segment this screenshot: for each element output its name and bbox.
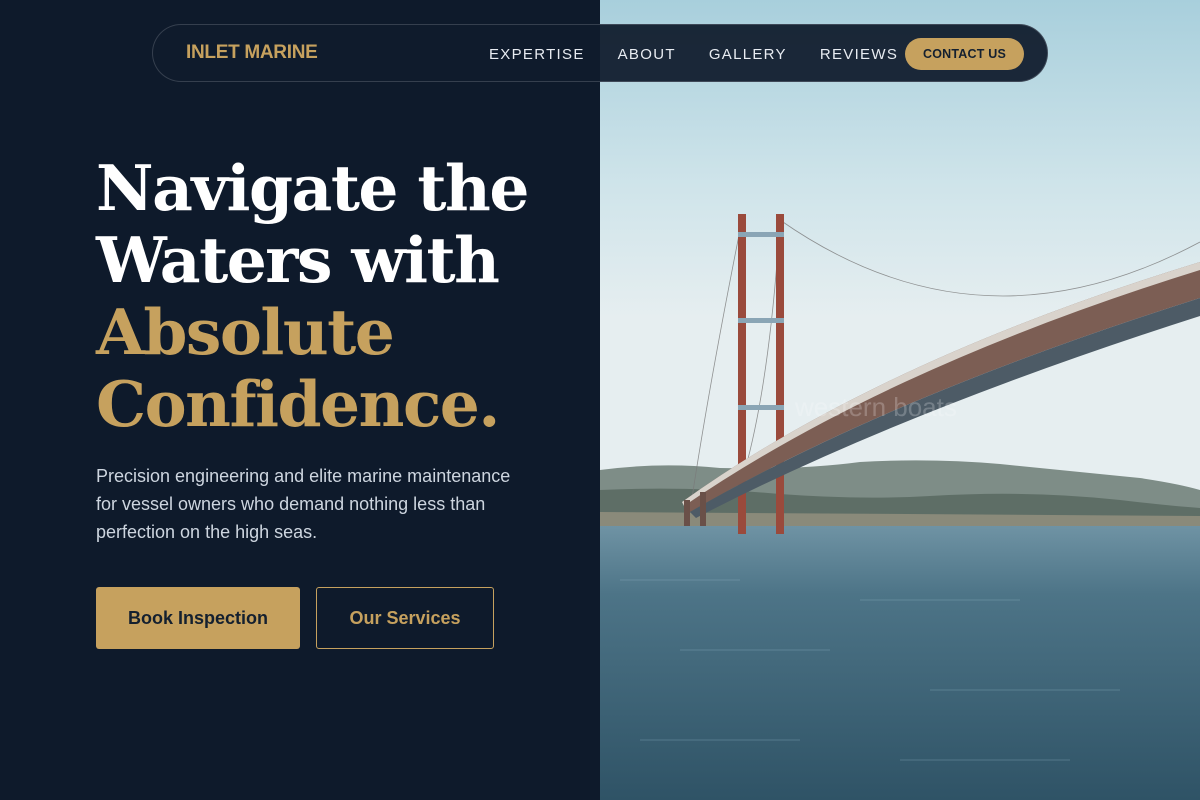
bridge-photo: western boats (600, 0, 1200, 800)
our-services-button[interactable]: Our Services (316, 587, 494, 649)
hero-title-line-2: Waters with (96, 223, 500, 297)
hero-title: Navigate the Waters with Absolute Confid… (96, 151, 529, 441)
top-navbar: INLET MARINE EXPERTISE ABOUT GALLERY REV… (152, 24, 1048, 82)
book-inspection-button[interactable]: Book Inspection (96, 587, 300, 649)
nav-link-expertise[interactable]: EXPERTISE (489, 46, 585, 63)
brand-logo[interactable]: INLET MARINE (186, 42, 318, 64)
hero-title-line-3: Absolute (96, 295, 395, 369)
hero-image: western boats (600, 0, 1200, 800)
nav-link-about[interactable]: ABOUT (618, 46, 676, 63)
hero-title-line-4: Confidence. (96, 367, 500, 441)
hero-title-line-1: Navigate the (96, 151, 529, 225)
watermark-text: western boats (794, 392, 957, 422)
nav-link-reviews[interactable]: REVIEWS (820, 46, 898, 63)
hero-subtitle: Precision engineering and elite marine m… (96, 466, 511, 542)
nav-links: EXPERTISE ABOUT GALLERY REVIEWS (489, 25, 931, 83)
nav-link-gallery[interactable]: GALLERY (709, 46, 787, 63)
contact-us-button[interactable]: CONTACT US (905, 38, 1024, 70)
